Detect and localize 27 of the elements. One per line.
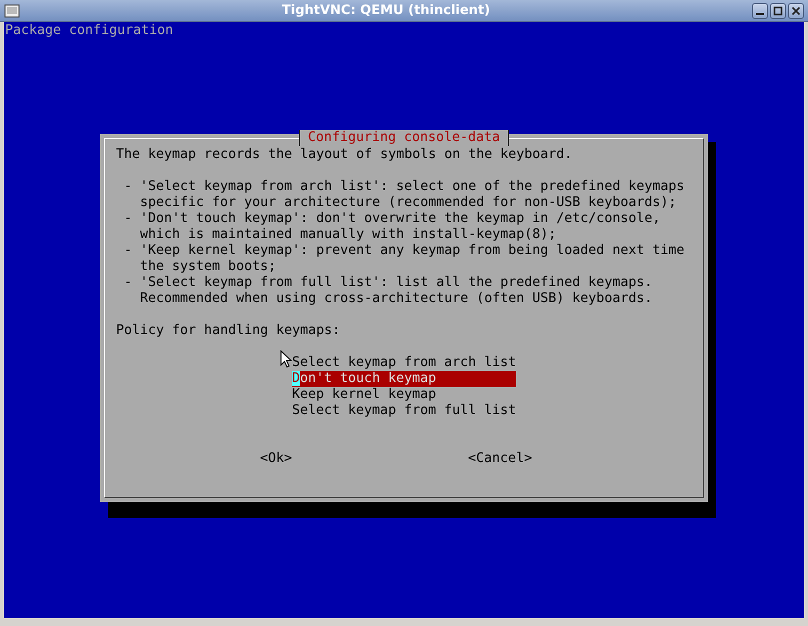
bullet-text: 'Select keymap from full list': list all the predefined keymaps. Recommended when using cross-architecture (often USB) keyboards.: [140, 275, 652, 307]
prompt-text: Policy for handling keymaps:: [116, 323, 340, 339]
option-item[interactable]: Select keymap from arch list: [292, 355, 516, 371]
maximize-icon: [773, 6, 783, 16]
option-item[interactable]: Don't touch keymap: [292, 371, 516, 387]
bullet-text: 'Select keymap from arch list': select one of the predefined keymaps specific for your architecture (recommended for non-USB keyboards);: [140, 179, 684, 211]
bullet-text: 'Don't touch keymap': don't overwrite the keymap in /etc/console, which is maintained manually with install-keymap(8);: [140, 211, 660, 243]
intro-text: The keymap records the layout of symbols on the keyboard.: [116, 147, 572, 163]
maximize-button[interactable]: [770, 2, 786, 18]
minimize-button[interactable]: [752, 2, 768, 18]
dialog-button[interactable]: <Ok>: [260, 451, 292, 467]
console-header: Package configuration: [5, 23, 174, 38]
option-item[interactable]: Keep kernel keymap: [292, 387, 516, 403]
bullet-marker: -: [124, 275, 134, 292]
bullet-marker: -: [124, 211, 134, 228]
dialog-title: Configuring console-data: [298, 130, 510, 146]
pointer-icon: [280, 350, 292, 368]
window-title: TightVNC: QEMU (thinclient): [280, 2, 492, 20]
minimize-icon: [756, 12, 764, 14]
close-button[interactable]: [788, 2, 804, 18]
option-item[interactable]: Select keymap from full list: [292, 403, 516, 419]
bullet-marker: -: [124, 179, 134, 196]
bullet-text: 'Keep kernel keymap': prevent any keymap from being loaded next time the system boots;: [140, 243, 684, 275]
close-icon: [791, 6, 801, 16]
app-icon: [4, 4, 20, 18]
bullet-marker: -: [124, 243, 134, 260]
dialog-button[interactable]: <Cancel>: [468, 451, 532, 467]
